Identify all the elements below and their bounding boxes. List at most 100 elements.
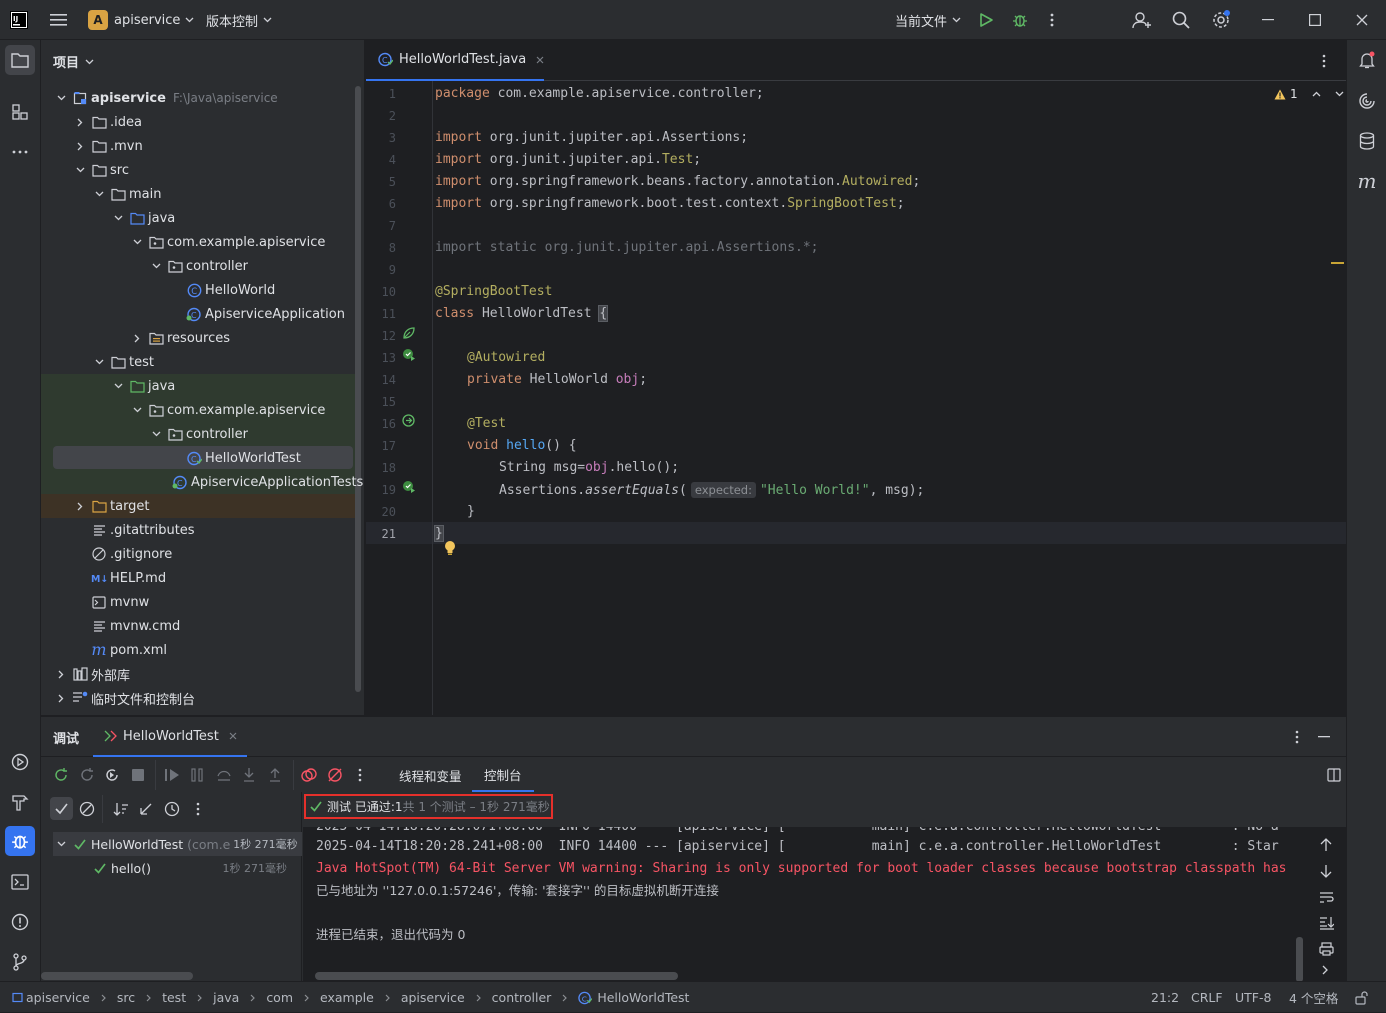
line-number[interactable]: 7 [366, 215, 396, 237]
tree-item[interactable]: controller [41, 254, 359, 278]
chevron-down-icon[interactable] [111, 379, 125, 393]
print-icon[interactable] [1319, 942, 1334, 956]
test-tree-scrollbar[interactable] [41, 972, 193, 980]
line-number[interactable]: 10 [366, 281, 396, 303]
breadcrumb-item[interactable]: test [162, 990, 186, 1005]
line-number[interactable]: 3 [366, 127, 396, 149]
line-number[interactable]: 1 [366, 83, 396, 105]
spring-bean-icon[interactable] [402, 326, 416, 340]
tree-item[interactable]: C HelloWorldTest [41, 446, 359, 470]
build-hammer-icon[interactable] [5, 787, 35, 817]
chevron-down-icon[interactable] [92, 187, 106, 201]
line-number[interactable]: 12 [366, 325, 396, 347]
line-number[interactable]: 21 [366, 523, 396, 545]
tree-item[interactable]: mvnw [41, 590, 359, 614]
more-debug-actions-icon[interactable] [358, 768, 362, 782]
breadcrumb-item[interactable]: com [266, 990, 293, 1005]
vcs-menu[interactable]: 版本控制 [206, 0, 272, 40]
view-breakpoints-icon[interactable] [301, 767, 317, 783]
sort-by-duration-icon[interactable] [138, 801, 154, 817]
run-test-method-icon[interactable] [402, 480, 416, 494]
tree-item[interactable]: 外部库 [41, 662, 359, 686]
tree-item[interactable]: m pom.xml [41, 638, 359, 662]
mute-breakpoints-icon[interactable] [327, 767, 343, 783]
terminal-icon[interactable] [5, 867, 35, 897]
line-number[interactable]: 19 [366, 479, 396, 501]
chevron-right-icon[interactable] [54, 667, 68, 681]
tree-item[interactable]: mvnw.cmd [41, 614, 359, 638]
next-highlight-icon[interactable] [1335, 91, 1344, 97]
main-menu-icon[interactable] [50, 0, 68, 40]
tab-threads-variables[interactable]: 线程和变量 [399, 758, 462, 792]
step-out-icon[interactable] [268, 767, 282, 783]
resume-icon[interactable] [164, 768, 180, 782]
more-actions-icon[interactable] [1050, 0, 1054, 40]
line-number[interactable]: 8 [366, 237, 396, 259]
run-config-select[interactable]: 当前文件 [895, 0, 961, 40]
soft-wrap-icon[interactable] [1319, 891, 1334, 904]
line-number[interactable]: 15 [366, 391, 396, 413]
chevron-down-icon[interactable] [149, 259, 163, 273]
ai-assistant-icon[interactable] [1352, 86, 1382, 116]
tree-item[interactable]: com.example.apiservice [41, 230, 359, 254]
hide-panel-icon[interactable] [1318, 736, 1330, 738]
chevron-right-icon[interactable] [54, 691, 68, 705]
tab-helloworldtest[interactable]: C HelloWorldTest.java [366, 40, 544, 81]
tree-item[interactable]: .gitignore [41, 542, 359, 566]
test-history-icon[interactable] [164, 801, 180, 817]
git-branch-icon[interactable] [5, 947, 35, 977]
breadcrumb-item[interactable]: example [320, 990, 374, 1005]
settings-gear-icon[interactable] [1211, 0, 1231, 40]
tree-item[interactable]: C ApiserviceApplication [41, 302, 359, 326]
project-tool-icon[interactable] [5, 45, 35, 75]
chevron-down-icon[interactable] [73, 163, 87, 177]
tree-item[interactable]: src [41, 158, 359, 182]
problems-icon[interactable] [5, 907, 35, 937]
more-test-options-icon[interactable] [196, 802, 200, 816]
tree-item[interactable]: resources [41, 326, 359, 350]
scroll-to-end-icon[interactable] [1319, 916, 1334, 930]
tree-item[interactable]: controller [41, 422, 359, 446]
tree-item[interactable]: .mvn [41, 134, 359, 158]
tree-item[interactable]: C ApiserviceApplicationTests [41, 470, 363, 494]
line-number[interactable]: 18 [366, 457, 396, 479]
chevron-down-icon[interactable] [149, 427, 163, 441]
breadcrumb-item[interactable]: src [117, 990, 135, 1005]
minimize-icon[interactable] [1262, 0, 1274, 40]
toggle-auto-test-icon[interactable] [104, 767, 120, 783]
test-tree-row-class[interactable]: HelloWorldTest (com.e 1秒 271毫秒 [53, 832, 302, 856]
close-tab-icon[interactable] [229, 732, 237, 740]
tree-item[interactable]: apiservice F:\Java\apiservice [41, 86, 359, 110]
breadcrumb-item[interactable]: apiservice [401, 990, 465, 1005]
services-icon[interactable] [5, 747, 35, 777]
close-tab-icon[interactable] [536, 56, 544, 64]
database-icon[interactable] [1352, 126, 1382, 156]
console-v-scrollbar[interactable] [1296, 937, 1303, 982]
tab-console[interactable]: 控制台 [472, 758, 534, 792]
chevron-right-icon[interactable] [73, 115, 87, 129]
chevron-right-icon[interactable] [130, 331, 144, 345]
run-test-class-icon[interactable] [402, 348, 416, 362]
sort-alphabetically-icon[interactable] [113, 801, 129, 817]
maven-icon[interactable]: m [1352, 166, 1382, 196]
tree-item[interactable]: test [41, 350, 359, 374]
tree-item[interactable]: java [41, 374, 359, 398]
project-switcher[interactable]: A apiservice [88, 0, 194, 40]
rerun-icon[interactable] [53, 767, 69, 783]
project-panel-header[interactable]: 项目 [53, 52, 94, 71]
breadcrumb-item[interactable]: apiservice [12, 990, 90, 1005]
show-ignored-icon[interactable] [79, 801, 95, 817]
chevron-right-icon[interactable] [1322, 965, 1328, 975]
search-icon[interactable] [1172, 0, 1190, 40]
console-h-scrollbar[interactable] [315, 972, 678, 980]
line-number[interactable]: 6 [366, 193, 396, 215]
rerun-failed-icon[interactable] [79, 767, 95, 783]
line-number[interactable]: 9 [366, 259, 396, 281]
tree-item[interactable]: C HelloWorld [41, 278, 359, 302]
layout-settings-icon[interactable] [1327, 768, 1341, 782]
caret-position[interactable]: 21:2 [1151, 982, 1179, 1013]
tab-options-icon[interactable] [1322, 54, 1326, 68]
step-into-icon[interactable] [242, 767, 256, 783]
intention-bulb-icon[interactable] [444, 540, 456, 556]
tree-item[interactable]: 临时文件和控制台 [41, 686, 359, 710]
